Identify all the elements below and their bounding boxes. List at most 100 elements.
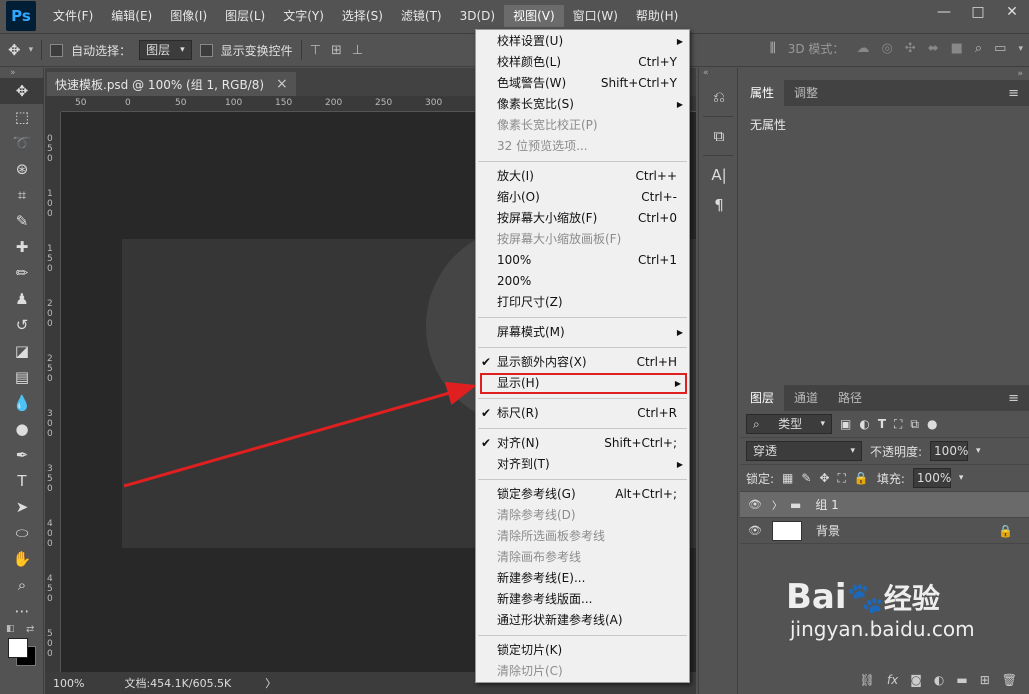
align-top-icon[interactable]: ⊤ <box>310 43 321 58</box>
chevron-down-icon[interactable]: ▾ <box>1018 44 1023 54</box>
tool-preset-chevron-icon[interactable]: ▾ <box>29 45 34 55</box>
path-select-tool-icon[interactable]: ➤ <box>0 494 44 520</box>
view-menu-item[interactable]: 屏幕模式(M) ▶ <box>476 322 689 343</box>
3d-pan-icon[interactable]: ✣ <box>905 41 916 56</box>
default-colors-icon[interactable]: ◧ <box>6 624 15 634</box>
3d-orbit-icon[interactable]: ☁ <box>856 41 869 56</box>
lock-all-icon[interactable]: 🔒 <box>854 471 869 485</box>
paragraph-panel-icon[interactable]: ¶ <box>699 190 739 220</box>
view-menu-item[interactable]: 通过形状新建参考线(A) <box>476 610 689 631</box>
tab-paths[interactable]: 路径 <box>828 385 872 411</box>
view-menu-item[interactable]: ✔ 对齐(N) Shift+Ctrl+; <box>476 433 689 454</box>
maximize-button[interactable]: □ <box>961 0 995 24</box>
tab-layers[interactable]: 图层 <box>740 385 785 411</box>
menu-3[interactable]: 图层(L) <box>216 5 274 27</box>
pen-tool-icon[interactable]: ✒ <box>0 442 44 468</box>
menu-1[interactable]: 编辑(E) <box>102 5 161 27</box>
more-tools-icon[interactable]: ⋯ <box>0 598 44 624</box>
view-menu-item[interactable]: 校样设置(U) ▶ <box>476 31 689 52</box>
tab-adjustments[interactable]: 调整 <box>784 80 828 106</box>
eyedropper-tool-icon[interactable]: ✎ <box>0 208 44 234</box>
filter-shape-icon[interactable]: ⛶ <box>894 417 902 432</box>
marquee-tool-icon[interactable]: ⬚ <box>0 104 44 130</box>
adjustment-layer-icon[interactable]: ◐ <box>934 673 944 687</box>
brush-tool-icon[interactable]: ✏ <box>0 260 44 286</box>
move-tool-icon[interactable]: ✥ <box>0 78 44 104</box>
type-tool-icon[interactable]: T <box>0 468 44 494</box>
lock-artboard-icon[interactable]: ⛶ <box>838 471 846 486</box>
3d-slide-icon[interactable]: ⬌ <box>928 41 939 56</box>
menu-6[interactable]: 滤镜(T) <box>392 5 451 27</box>
menu-2[interactable]: 图像(I) <box>161 5 216 27</box>
visibility-eye-icon[interactable]: 👁 <box>748 498 764 511</box>
fx-button[interactable]: fx <box>887 673 898 687</box>
blur-tool-icon[interactable]: 💧 <box>0 390 44 416</box>
close-tab-icon[interactable]: × <box>276 76 288 92</box>
panel-menu-icon[interactable]: ≡ <box>1008 391 1019 406</box>
view-menu-item[interactable]: 放大(I) Ctrl++ <box>476 166 689 187</box>
collapse-icon[interactable]: « <box>699 68 737 82</box>
view-menu-item[interactable]: 新建参考线(E)... <box>476 568 689 589</box>
menu-10[interactable]: 帮助(H) <box>627 5 687 27</box>
tab-properties[interactable]: 属性 <box>740 80 785 106</box>
view-menu-item[interactable]: 缩小(O) Ctrl+- <box>476 187 689 208</box>
3d-scale-icon[interactable]: ■ <box>951 41 963 56</box>
trash-icon[interactable]: 🗑 <box>1002 673 1017 687</box>
search-icon[interactable]: ⌕ <box>975 41 982 56</box>
menu-7[interactable]: 3D(D) <box>451 5 504 27</box>
tab-channels[interactable]: 通道 <box>784 385 828 411</box>
ellipse-tool-icon[interactable]: ⬭ <box>0 520 44 546</box>
fill-input[interactable]: 100% <box>912 468 951 488</box>
healing-brush-tool-icon[interactable]: ✚ <box>0 234 44 260</box>
clone-stamp-tool-icon[interactable]: ♟ <box>0 286 44 312</box>
menu-9[interactable]: 窗口(W) <box>564 5 627 27</box>
lock-transparent-icon[interactable]: ▦ <box>782 471 793 485</box>
quick-select-tool-icon[interactable]: ⊛ <box>0 156 44 182</box>
view-menu-item[interactable]: 锁定切片(K) <box>476 640 689 661</box>
panel-menu-icon[interactable]: ≡ <box>1008 86 1019 101</box>
visibility-eye-icon[interactable]: 👁 <box>748 524 764 537</box>
menu-8[interactable]: 视图(V) <box>504 5 564 27</box>
blend-mode-dropdown[interactable]: 穿透 ▾ <box>746 441 862 461</box>
filter-type-icon[interactable]: T <box>878 417 886 431</box>
clone-source-icon[interactable]: ⧉ <box>699 121 739 151</box>
view-menu-item[interactable]: 打印尺寸(Z) <box>476 292 689 313</box>
eraser-tool-icon[interactable]: ◪ <box>0 338 44 364</box>
hand-tool-icon[interactable]: ✋ <box>0 546 44 572</box>
view-menu-item[interactable]: 按屏幕大小缩放(F) Ctrl+0 <box>476 208 689 229</box>
minimize-button[interactable]: — <box>927 0 961 24</box>
3d-roll-icon[interactable]: ◎ <box>881 41 892 56</box>
history-panel-icon[interactable]: ⎌ <box>699 82 739 112</box>
view-menu-item[interactable]: 新建参考线版面... <box>476 589 689 610</box>
align-bottom-icon[interactable]: ⊥ <box>352 43 363 58</box>
filter-pixel-icon[interactable]: ▣ <box>840 417 851 431</box>
menu-4[interactable]: 文字(Y) <box>274 5 333 27</box>
chevron-right-icon[interactable]: 〉 <box>772 497 782 512</box>
character-panel-icon[interactable]: A| <box>699 160 739 190</box>
close-button[interactable]: ✕ <box>995 0 1029 24</box>
lock-position-icon[interactable]: ✥ <box>819 471 829 485</box>
add-mask-icon[interactable]: ◙ <box>910 673 922 687</box>
new-layer-icon[interactable]: ⊞ <box>980 673 990 687</box>
chevron-down-icon[interactable]: ▾ <box>959 473 964 483</box>
view-menu-item[interactable]: ✔ 标尺(R) Ctrl+R <box>476 403 689 424</box>
filter-smart-object-icon[interactable]: ⧉ <box>910 417 919 432</box>
zoom-tool-icon[interactable]: ⌕ <box>0 572 44 598</box>
gradient-tool-icon[interactable]: ▤ <box>0 364 44 390</box>
layer-row[interactable]: 👁 〉 ▬ 组 1 <box>740 492 1029 518</box>
view-menu-item[interactable]: 100% Ctrl+1 <box>476 250 689 271</box>
auto-select-dropdown[interactable]: 图层 ▾ <box>139 40 192 60</box>
layer-filter-dropdown[interactable]: ⌕ 类型 ▾ <box>746 414 832 434</box>
filter-toggle-icon[interactable]: ● <box>927 417 937 431</box>
view-menu-item[interactable]: 锁定参考线(G) Alt+Ctrl+; <box>476 484 689 505</box>
lock-image-icon[interactable]: ✎ <box>801 471 811 485</box>
align-vcenter-icon[interactable]: ⊞ <box>331 43 342 58</box>
menu-0[interactable]: 文件(F) <box>44 5 102 27</box>
new-group-icon[interactable]: ▬ <box>956 673 967 687</box>
auto-select-checkbox[interactable] <box>50 43 64 57</box>
collapse-icon[interactable]: » <box>740 68 1029 80</box>
document-tab[interactable]: 快速模板.psd @ 100% (组 1, RGB/8) × <box>47 72 296 96</box>
opacity-input[interactable]: 100% <box>930 441 968 461</box>
link-layers-icon[interactable]: ⛓ <box>860 673 875 687</box>
chevron-down-icon[interactable]: ▾ <box>976 446 981 456</box>
